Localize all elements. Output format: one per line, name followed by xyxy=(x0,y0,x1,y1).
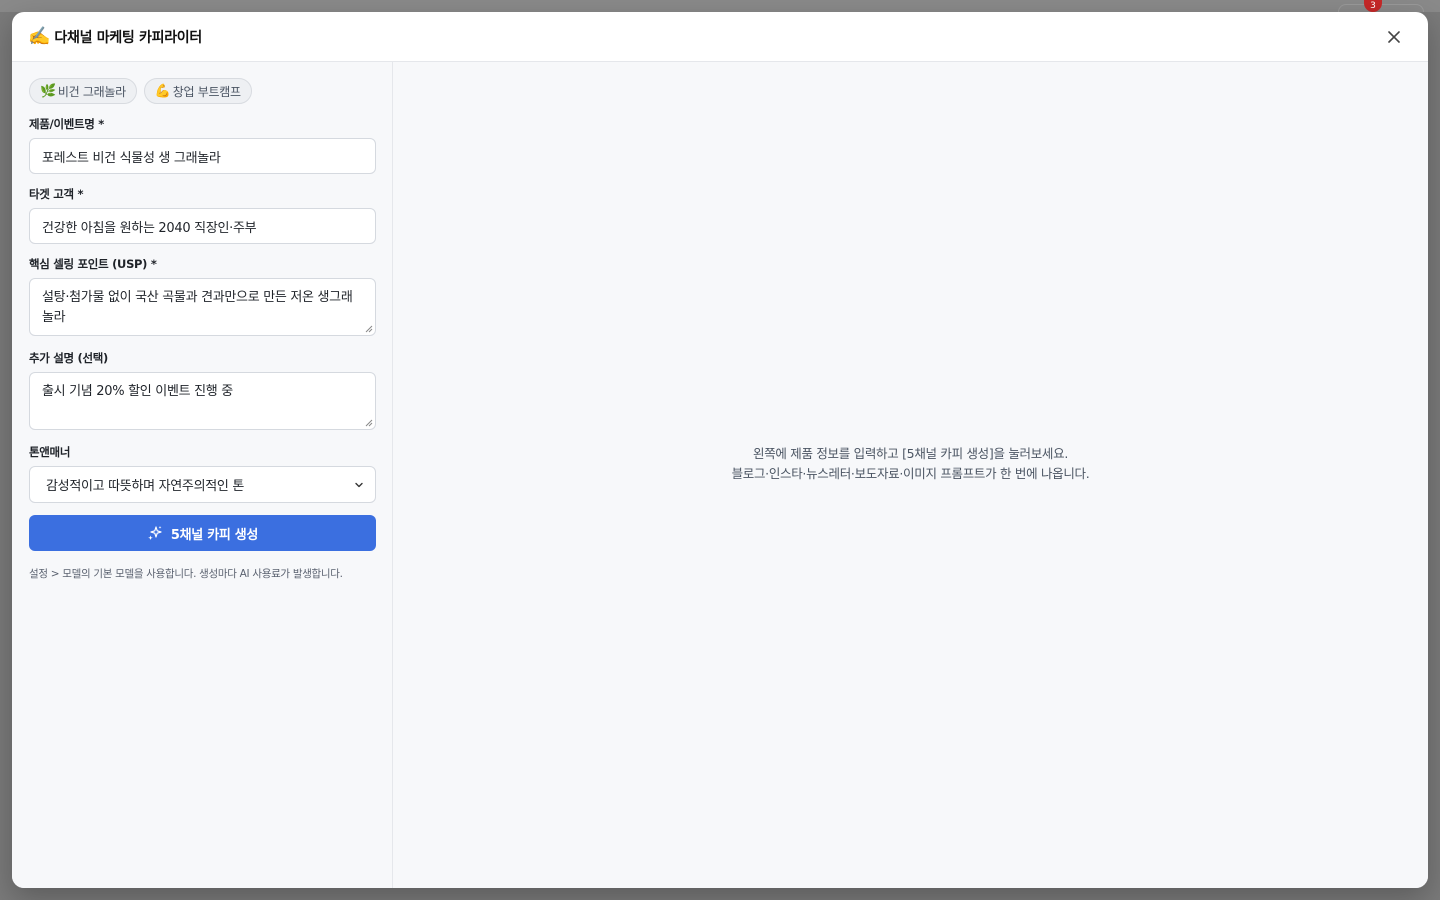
input-panel: 🌿 비건 그래놀라 💪 창업 부트캠프 제품/이벤트명 * 포레스트 비건 식물… xyxy=(12,62,393,888)
sparkles-icon xyxy=(148,526,162,540)
extra-field: 추가 설명 (선택) 출시 기념 20% 할인 이벤트 진행 중 xyxy=(29,350,376,430)
background-app-strip: 3 xyxy=(0,0,1440,12)
product-input[interactable]: 포레스트 비건 식물성 생 그래놀라 xyxy=(29,138,376,174)
close-icon xyxy=(1388,30,1400,43)
generate-copy-button[interactable]: 5채널 카피 생성 xyxy=(29,515,376,551)
modal-title: 다채널 마케팅 카피라이터 xyxy=(54,29,202,46)
target-label: 타겟 고객 * xyxy=(29,187,84,201)
extra-label: 추가 설명 (선택) xyxy=(29,351,108,365)
usp-label: 핵심 셀링 포인트 (USP) * xyxy=(29,257,157,271)
generate-button-label: 5채널 카피 생성 xyxy=(170,527,259,543)
resize-grip-icon[interactable] xyxy=(365,419,373,427)
usage-note: 설정 > 모델의 기본 모델을 사용합니다. 생성마다 AI 사용료가 발생합니… xyxy=(29,568,343,580)
preset-label: 비건 그래놀라 xyxy=(57,84,126,99)
extra-textarea[interactable]: 출시 기념 20% 할인 이벤트 진행 중 xyxy=(29,372,376,430)
herb-icon: 🌿 xyxy=(40,83,56,99)
empty-state: 왼쪽에 제품 정보를 입력하고 [5채널 카피 생성]을 눌러보세요. 블로그·… xyxy=(732,444,1090,484)
usp-text: 설탕·첨가물 없이 국산 곡물과 견과만으로 만든 저온 생그래놀라 xyxy=(42,290,353,325)
modal-title-wrap: ✍️ 다채널 마케팅 카피라이터 xyxy=(28,27,202,47)
target-field: 타겟 고객 * 건강한 아침을 원하는 2040 직장인·주부 xyxy=(29,186,376,244)
chevron-down-icon xyxy=(355,482,363,487)
preset-list: 🌿 비건 그래놀라 💪 창업 부트캠프 xyxy=(29,78,376,104)
product-label: 제품/이벤트명 * xyxy=(29,117,104,131)
preset-label: 창업 부트캠프 xyxy=(172,84,241,99)
preset-vegan-granola[interactable]: 🌿 비건 그래놀라 xyxy=(29,78,137,104)
usp-textarea[interactable]: 설탕·첨가물 없이 국산 곡물과 견과만으로 만든 저온 생그래놀라 xyxy=(29,278,376,336)
flexed-arm-icon: 💪 xyxy=(154,83,171,99)
modal-header: ✍️ 다채널 마케팅 카피라이터 xyxy=(12,12,1428,62)
output-panel: 왼쪽에 제품 정보를 입력하고 [5채널 카피 생성]을 눌러보세요. 블로그·… xyxy=(393,62,1428,888)
target-input[interactable]: 건강한 아침을 원하는 2040 직장인·주부 xyxy=(29,208,376,244)
usp-field: 핵심 셀링 포인트 (USP) * 설탕·첨가물 없이 국산 곡물과 견과만으로… xyxy=(29,256,376,336)
writing-hand-icon: ✍️ xyxy=(28,25,51,47)
copywriter-modal: ✍️ 다채널 마케팅 카피라이터 🌿 비건 그래놀라 💪 창업 부트캠프 제품/… xyxy=(12,12,1428,888)
resize-grip-icon[interactable] xyxy=(365,325,373,333)
tone-select[interactable]: 감성적이고 따뜻하며 자연주의적인 톤 xyxy=(29,466,376,503)
extra-text: 출시 기념 20% 할인 이벤트 진행 중 xyxy=(42,384,233,399)
empty-state-line-2: 블로그·인스타·뉴스레터·보도자료·이미지 프롬프트가 한 번에 나옵니다. xyxy=(731,466,1090,481)
product-field: 제품/이벤트명 * 포레스트 비건 식물성 생 그래놀라 xyxy=(29,116,376,174)
tone-selected-value: 감성적이고 따뜻하며 자연주의적인 톤 xyxy=(46,479,245,494)
modal-body: 🌿 비건 그래놀라 💪 창업 부트캠프 제품/이벤트명 * 포레스트 비건 식물… xyxy=(12,62,1428,888)
preset-startup-bootcamp[interactable]: 💪 창업 부트캠프 xyxy=(143,78,252,104)
close-button[interactable] xyxy=(1380,23,1408,51)
tone-field: 톤앤매너 감성적이고 따뜻하며 자연주의적인 톤 xyxy=(29,444,376,503)
empty-state-line-1: 왼쪽에 제품 정보를 입력하고 [5채널 카피 생성]을 눌러보세요. xyxy=(753,446,1068,461)
tone-label: 톤앤매너 xyxy=(29,445,71,459)
